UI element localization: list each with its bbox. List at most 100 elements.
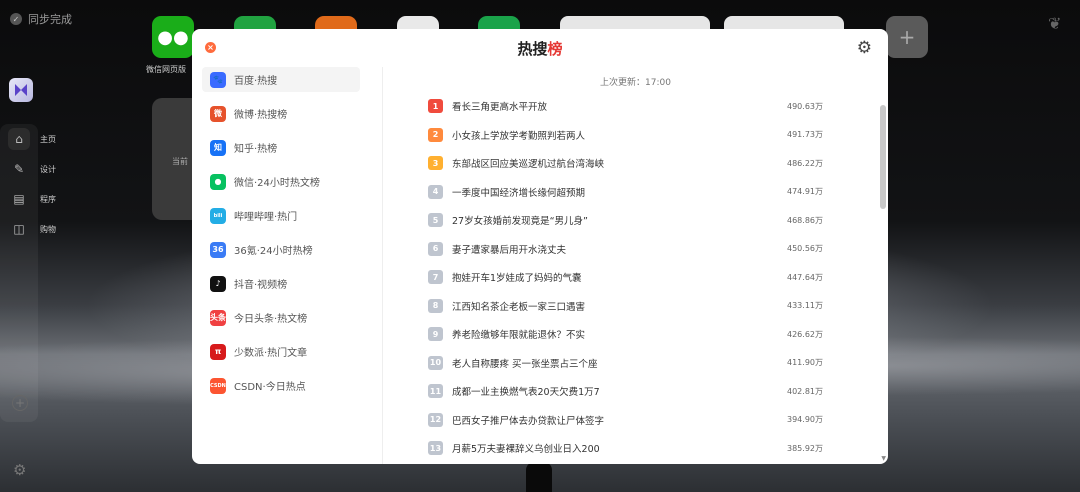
baidu-icon: 🐾	[210, 71, 226, 88]
source-item[interactable]: bili 哔哩哔哩·热门	[202, 203, 382, 228]
app-logo[interactable]	[9, 78, 33, 102]
home-icon: ⌂	[8, 128, 30, 150]
36kr-icon: 36	[210, 241, 226, 258]
shopping-icon: ◫	[13, 222, 25, 236]
modal-title-main: 热搜	[517, 40, 548, 58]
settings-icon[interactable]: ⚙	[857, 38, 872, 58]
hot-item[interactable]: 4 一季度中国经济增长缘何超预期 474.91万	[428, 178, 823, 207]
hot-item-heat: 394.90万	[787, 415, 823, 425]
rail-item-shopping[interactable]: ◫ 购物	[8, 214, 60, 244]
rail-label: 主页	[40, 134, 56, 144]
scroll-down-icon[interactable]: ▼	[881, 455, 886, 462]
add-circle-icon[interactable]: +	[12, 395, 28, 411]
program-icon: ▤	[13, 192, 25, 206]
hot-item-title: 江西知名茶企老板一家三口遇害	[452, 301, 586, 313]
source-label: 知乎·热榜	[234, 144, 278, 155]
hot-item-title: 东部战区回应美巡逻机过航台湾海峡	[452, 159, 605, 171]
figure-silhouette	[526, 462, 552, 492]
leaf-icon[interactable]: ❦	[1048, 14, 1066, 33]
hot-item-heat: 486.22万	[787, 158, 823, 168]
sspai-icon: π	[210, 343, 226, 360]
hot-item[interactable]: 5 27岁女孩婚前发现竟是“男儿身” 468.86万	[428, 206, 823, 235]
scrollbar-thumb[interactable]	[880, 105, 886, 209]
source-item[interactable]: CSDN CSDN·今日热点	[202, 373, 382, 398]
hot-item-heat: 402.81万	[787, 386, 823, 396]
source-item[interactable]: π 少数派·热门文章	[202, 339, 382, 364]
rank-badge: 9	[428, 327, 443, 342]
hot-item[interactable]: 7 抱娃开车1岁娃成了妈妈的气囊 447.64万	[428, 263, 823, 292]
wechat-icon: ●	[210, 173, 226, 190]
hot-item[interactable]: 8 江西知名茶企老板一家三口遇害 433.11万	[428, 292, 823, 321]
hot-item[interactable]: 10 老人自称腰疼 买一张坐票占三个座 411.90万	[428, 349, 823, 378]
wechat-tile[interactable]: ●●	[152, 16, 194, 58]
logo-icon	[15, 84, 27, 96]
hot-item[interactable]: 11 成都一业主换燃气表20天欠费1万7 402.81万	[428, 377, 823, 406]
hot-item-title: 养老险缴够年限就能退休？不实	[452, 330, 586, 342]
rank-badge: 7	[428, 270, 443, 285]
rank-badge: 4	[428, 184, 443, 199]
modal-title: 热搜榜	[192, 38, 888, 59]
design-icon: ✎	[13, 162, 25, 176]
source-label: 微信·24小时热文榜	[234, 178, 320, 189]
plus-icon: +	[898, 25, 916, 49]
hot-item-title: 27岁女孩婚前发现竟是“男儿身”	[452, 216, 588, 228]
hot-item[interactable]: 1 看长三角更高水平开放 490.63万	[428, 92, 823, 121]
source-item[interactable]: 微微博·热搜榜	[202, 101, 382, 126]
source-list: 🐾 百度·热搜微微博·热搜榜知知乎·热榜 ● 微信·24小时热文榜 bili 哔哩哔哩·热…	[202, 67, 382, 407]
add-tile[interactable]: +	[886, 16, 928, 58]
hot-item[interactable]: 13 月薪5万夫妻裸辞义乌创业日入200 385.92万	[428, 434, 823, 463]
source-item[interactable]: ♪ 抖音·视频榜	[202, 271, 382, 296]
source-label: 微博·热搜榜	[234, 110, 288, 121]
hot-item-heat: 411.90万	[787, 358, 823, 368]
rail-item-design[interactable]: ✎ 设计	[8, 154, 60, 184]
hot-item[interactable]: 6 妻子遭家暴后用开水浇丈夫 450.56万	[428, 235, 823, 264]
modal-header: × 热搜榜 ⚙	[192, 29, 888, 67]
rank-badge: 10	[428, 355, 443, 370]
modal-title-accent: 榜	[547, 40, 563, 58]
sync-status: ✓ 同步完成	[10, 11, 72, 27]
hot-item-heat: 490.63万	[787, 101, 823, 111]
gear-icon[interactable]: ⚙	[13, 461, 26, 479]
source-item[interactable]: 头条 今日头条·热文榜	[202, 305, 382, 330]
source-label: CSDN·今日热点	[234, 382, 306, 393]
source-label: 抖音·视频榜	[234, 280, 288, 291]
rail-label: 设计	[40, 164, 56, 174]
hot-item-heat: 385.92万	[787, 443, 823, 453]
zhihu-icon: 知	[210, 139, 226, 156]
hot-list: 1 看长三角更高水平开放 490.63万 2 小女孩上学放学考勤照判若两人 491.73万…	[428, 92, 823, 463]
hot-item-heat: 447.64万	[787, 272, 823, 282]
source-label: 今日头条·热文榜	[234, 314, 308, 325]
hot-item[interactable]: 3 东部战区回应美巡逻机过航台湾海峡 486.22万	[428, 149, 823, 178]
rank-badge: 8	[428, 298, 443, 313]
rail-item-home[interactable]: ⌂ 主页	[8, 124, 60, 154]
source-item[interactable]: 🐾 百度·热搜	[202, 67, 360, 92]
hot-item-title: 巴西女子推尸体去办贷款让尸体签字	[452, 415, 605, 427]
rank-badge: 6	[428, 241, 443, 256]
rank-badge: 13	[428, 441, 443, 456]
background-card-text: 当前	[172, 157, 188, 166]
hot-item-heat: 450.56万	[787, 244, 823, 254]
source-item[interactable]: 知知乎·热榜	[202, 135, 382, 160]
hot-item-heat: 468.86万	[787, 215, 823, 225]
hot-list-panel: 上次更新：17:00 1 看长三角更高水平开放 490.63万 2 小女孩上学放学考勤照…	[383, 67, 888, 464]
weibo-icon: 微	[210, 105, 226, 122]
source-item[interactable]: ● 微信·24小时热文榜	[202, 169, 382, 194]
source-label: 百度·热搜	[234, 76, 278, 87]
hot-item[interactable]: 9 养老险缴够年限就能退休？不实 426.62万	[428, 320, 823, 349]
hot-item-title: 看长三角更高水平开放	[452, 102, 548, 114]
rank-badge: 5	[428, 213, 443, 228]
rail-label: 购物	[40, 224, 56, 234]
hot-item-title: 成都一业主换燃气表20天欠费1万7	[452, 387, 600, 399]
hot-item-title: 月薪5万夫妻裸辞义乌创业日入200	[452, 444, 600, 456]
bilibili-icon: bili	[210, 207, 226, 224]
hot-search-modal: × 热搜榜 ⚙ 🐾 百度·热搜微微博·热搜榜知知乎·热榜 ● 微信·24小时热文榜 bi…	[192, 29, 888, 464]
left-rail: ⌂ 主页 ✎ 设计 ▤ 程序 ◫ 购物	[8, 124, 60, 244]
rail-item-program[interactable]: ▤ 程序	[8, 184, 60, 214]
hot-item-title: 妻子遭家暴后用开水浇丈夫	[452, 244, 567, 256]
hot-item[interactable]: 12 巴西女子推尸体去办贷款让尸体签字 394.90万	[428, 406, 823, 435]
rank-badge: 12	[428, 412, 443, 427]
source-label: 哔哩哔哩·热门	[234, 212, 298, 223]
hot-item-heat: 433.11万	[787, 301, 823, 311]
hot-item[interactable]: 2 小女孩上学放学考勤照判若两人 491.73万	[428, 121, 823, 150]
source-item[interactable]: 36 36氪·24小时热榜	[202, 237, 382, 262]
